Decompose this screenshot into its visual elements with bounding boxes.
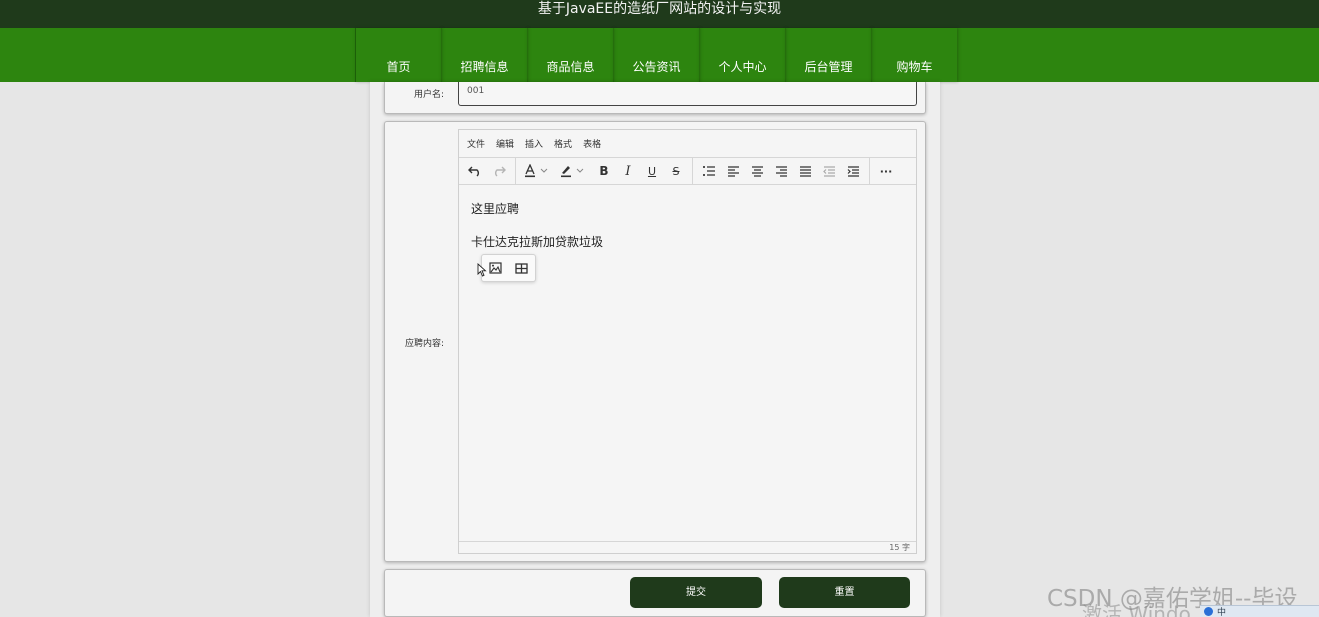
indent-icon[interactable]: [841, 160, 865, 182]
menu-edit[interactable]: 编辑: [496, 137, 514, 150]
content-paragraph: 卡仕达克拉斯加贷款垃圾: [471, 235, 604, 249]
content-paragraph: 这里应聘: [471, 202, 520, 216]
system-tray: 中: [1200, 605, 1319, 617]
site-header: 基于JavaEE的造纸厂网站的设计与实现: [0, 0, 1319, 28]
nav-item-personal-center[interactable]: 个人中心: [699, 28, 785, 82]
nav-item-recruitment[interactable]: 招聘信息: [441, 28, 527, 82]
site-title: 基于JavaEE的造纸厂网站的设计与实现: [537, 1, 782, 17]
editor-menubar: 文件 编辑 插入 格式 表格: [459, 130, 916, 157]
history-group: [459, 158, 516, 184]
justify-icon[interactable]: [793, 160, 817, 182]
highlight-icon[interactable]: [556, 160, 592, 182]
nav-menu: 首页 招聘信息 商品信息 公告资讯 个人中心 后台管理 购物车: [355, 28, 957, 82]
redo-icon[interactable]: [487, 160, 511, 182]
menu-format[interactable]: 格式: [554, 137, 572, 150]
menu-insert[interactable]: 插入: [525, 137, 543, 150]
editor-toolbar: B I U S ···: [459, 157, 916, 185]
bold-icon[interactable]: B: [592, 160, 616, 182]
paragraph-group: [693, 158, 870, 184]
line-height-icon[interactable]: [697, 160, 721, 182]
menu-file[interactable]: 文件: [467, 137, 485, 150]
submit-button[interactable]: 提交: [630, 577, 762, 608]
main-nav: 首页 招聘信息 商品信息 公告资讯 个人中心 后台管理 购物车: [0, 28, 1319, 82]
image-icon[interactable]: [489, 259, 502, 278]
tray-app-icon[interactable]: [1204, 607, 1213, 616]
table-icon[interactable]: [515, 259, 528, 278]
undo-icon[interactable]: [463, 160, 487, 182]
nav-item-admin[interactable]: 后台管理: [785, 28, 871, 82]
nav-item-announcements[interactable]: 公告资讯: [613, 28, 699, 82]
align-left-icon[interactable]: [721, 160, 745, 182]
mouse-cursor-icon: [477, 262, 487, 277]
font-color-icon[interactable]: [520, 160, 556, 182]
activate-windows-watermark: 激活 Windo: [1082, 602, 1191, 617]
rich-text-editor: 文件 编辑 插入 格式 表格 B I U S ··· 这里应聘 卡仕达克拉斯加贷…: [458, 129, 917, 554]
nav-item-products[interactable]: 商品信息: [527, 28, 613, 82]
nav-item-home[interactable]: 首页: [355, 28, 441, 82]
username-label: 用户名:: [413, 90, 444, 100]
underline-icon[interactable]: U: [640, 160, 664, 182]
more-group: ···: [870, 158, 902, 184]
word-count: 15 字: [889, 543, 910, 552]
quick-insert-toolbar: [481, 254, 536, 282]
more-icon[interactable]: ···: [874, 160, 898, 182]
format-group: B I U S: [516, 158, 693, 184]
align-center-icon[interactable]: [745, 160, 769, 182]
content-label: 应聘内容:: [404, 339, 444, 349]
outdent-icon[interactable]: [817, 160, 841, 182]
italic-icon[interactable]: I: [616, 160, 640, 182]
strikethrough-icon[interactable]: S: [664, 160, 688, 182]
menu-table[interactable]: 表格: [583, 137, 601, 150]
ime-indicator[interactable]: 中: [1217, 605, 1226, 617]
nav-item-cart[interactable]: 购物车: [871, 28, 957, 82]
align-right-icon[interactable]: [769, 160, 793, 182]
reset-button[interactable]: 重置: [779, 577, 910, 608]
editor-statusbar: 15 字: [459, 541, 916, 553]
username-input[interactable]: 001: [458, 82, 917, 106]
